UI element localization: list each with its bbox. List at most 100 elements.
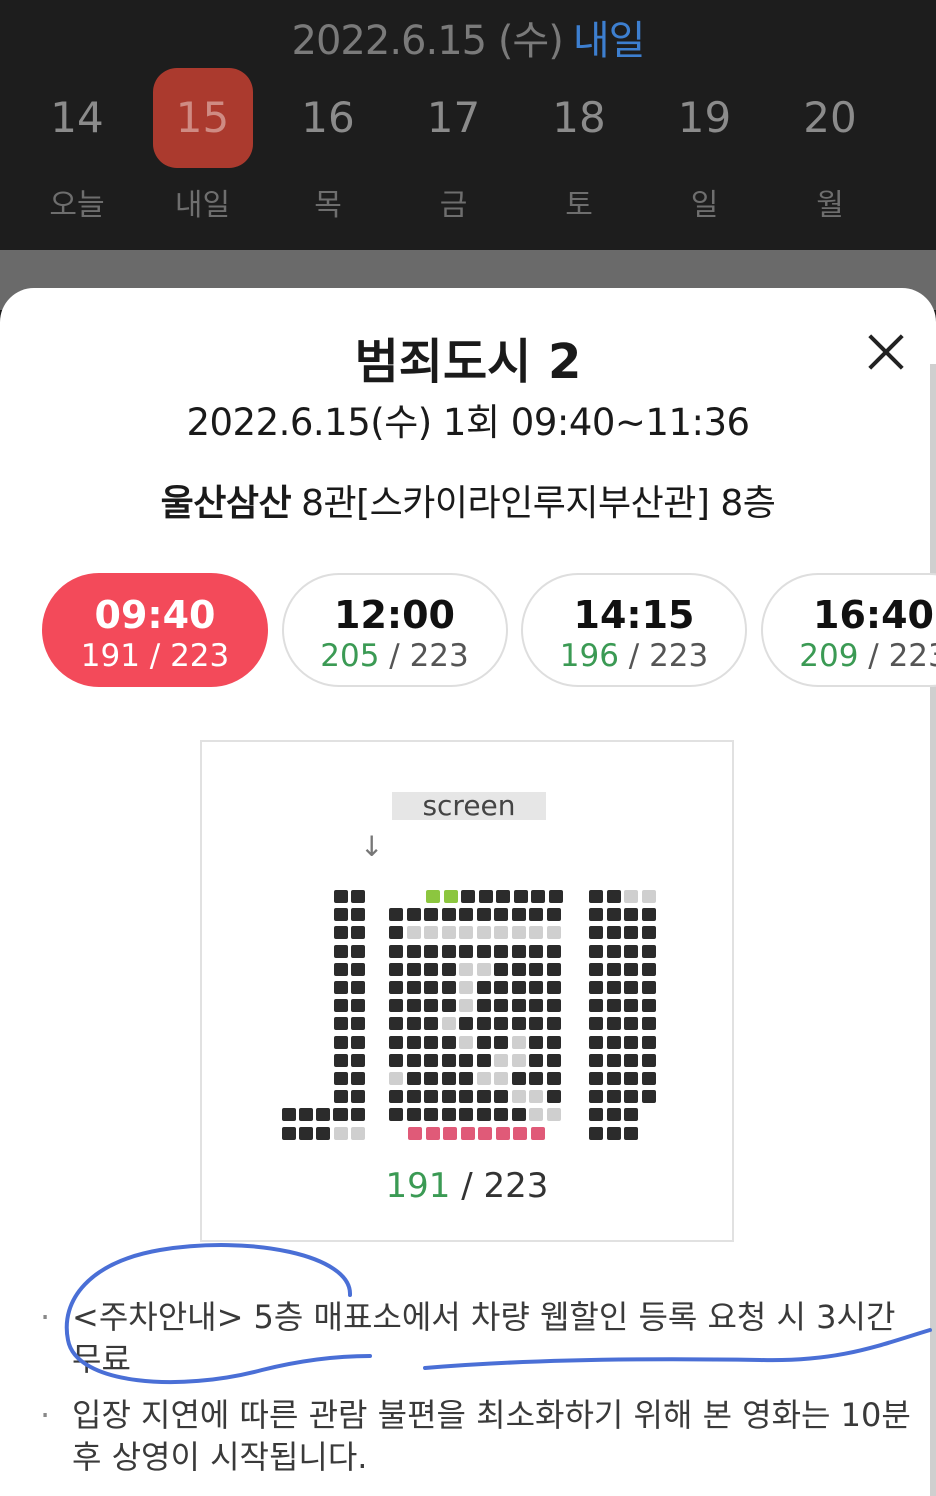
seat[interactable]	[406, 944, 421, 958]
seat[interactable]	[511, 1072, 526, 1085]
seat[interactable]	[459, 1072, 473, 1085]
seat[interactable]	[459, 962, 473, 976]
seat[interactable]	[441, 908, 456, 922]
seat[interactable]	[529, 999, 543, 1013]
seat[interactable]	[476, 1072, 491, 1085]
seat[interactable]	[641, 981, 656, 994]
seat[interactable]	[624, 1017, 638, 1031]
seat[interactable]	[333, 1108, 347, 1122]
seat[interactable]	[529, 1035, 543, 1049]
seat[interactable]	[494, 999, 508, 1013]
seat[interactable]	[494, 1072, 508, 1085]
seat[interactable]	[351, 926, 365, 940]
seat[interactable]	[441, 1090, 456, 1104]
seat[interactable]	[624, 1035, 638, 1049]
seat[interactable]	[441, 999, 456, 1013]
seat[interactable]	[389, 1108, 403, 1122]
seat[interactable]	[511, 1053, 526, 1067]
seat[interactable]	[476, 1035, 491, 1049]
seat[interactable]	[441, 981, 456, 994]
seat[interactable]	[478, 890, 493, 903]
seat[interactable]	[389, 944, 403, 958]
seat[interactable]	[546, 1108, 561, 1122]
seat[interactable]	[589, 1108, 603, 1122]
seat[interactable]	[459, 1090, 473, 1104]
showtime-button-1640[interactable]: 16:40209 / 223	[760, 573, 936, 687]
showtime-button-0940[interactable]: 09:40 191 / 223	[42, 573, 268, 687]
seat[interactable]	[546, 1053, 561, 1067]
seat[interactable]	[334, 890, 348, 903]
seat[interactable]	[459, 926, 473, 940]
seat[interactable]	[441, 1053, 456, 1067]
seat[interactable]	[351, 1126, 365, 1140]
seat[interactable]	[494, 1090, 508, 1104]
seat[interactable]	[351, 1053, 365, 1067]
seat[interactable]	[406, 1053, 421, 1067]
seat[interactable]	[334, 944, 348, 958]
seat[interactable]	[530, 1126, 545, 1140]
seat[interactable]	[334, 1035, 348, 1049]
seat[interactable]	[351, 1090, 365, 1104]
seat[interactable]	[589, 962, 603, 976]
seat[interactable]	[546, 1090, 561, 1104]
seat[interactable]	[494, 1017, 508, 1031]
seat[interactable]	[299, 1126, 313, 1140]
seat[interactable]	[529, 981, 543, 994]
seat[interactable]	[476, 908, 491, 922]
seat[interactable]	[606, 962, 621, 976]
seat[interactable]	[441, 944, 456, 958]
seat[interactable]	[351, 962, 365, 976]
seat[interactable]	[546, 999, 561, 1013]
seat[interactable]	[459, 1017, 473, 1031]
scrollbar[interactable]	[930, 364, 936, 1496]
seat[interactable]	[494, 944, 508, 958]
seat[interactable]	[461, 890, 475, 903]
seat[interactable]	[624, 1126, 638, 1140]
seat[interactable]	[624, 1053, 638, 1067]
seat[interactable]	[511, 999, 526, 1013]
seat[interactable]	[459, 908, 473, 922]
seat[interactable]	[641, 1090, 656, 1104]
seat[interactable]	[459, 1053, 473, 1067]
seat[interactable]	[589, 890, 603, 903]
seat[interactable]	[424, 926, 438, 940]
seat[interactable]	[511, 962, 526, 976]
seat[interactable]	[511, 981, 526, 994]
seat[interactable]	[408, 1126, 422, 1140]
seat[interactable]	[406, 1108, 421, 1122]
seat[interactable]	[424, 1108, 438, 1122]
seat[interactable]	[351, 1035, 365, 1049]
showtime-button-1415[interactable]: 14:15 196 / 223	[521, 573, 747, 687]
seat[interactable]	[529, 1053, 543, 1067]
seat[interactable]	[424, 1017, 438, 1031]
seat[interactable]	[641, 890, 656, 903]
seat[interactable]	[606, 1072, 621, 1085]
seat[interactable]	[624, 1072, 638, 1085]
seat[interactable]	[624, 999, 638, 1013]
seat[interactable]	[389, 1090, 403, 1104]
day-20[interactable]: 20 월	[780, 68, 880, 238]
seat[interactable]	[316, 1126, 330, 1140]
seat[interactable]	[406, 962, 421, 976]
seat[interactable]	[426, 890, 440, 903]
seat[interactable]	[351, 1017, 365, 1031]
seat[interactable]	[511, 1035, 526, 1049]
seat[interactable]	[494, 1108, 508, 1122]
seat[interactable]	[511, 1090, 526, 1104]
seat[interactable]	[476, 981, 491, 994]
seat[interactable]	[606, 890, 621, 903]
seat[interactable]	[624, 944, 638, 958]
day-18[interactable]: 18 토	[529, 68, 629, 238]
seat[interactable]	[529, 1072, 543, 1085]
seat[interactable]	[459, 1108, 473, 1122]
seat[interactable]	[589, 1090, 603, 1104]
seat[interactable]	[546, 1035, 561, 1049]
seat[interactable]	[511, 926, 526, 940]
seat[interactable]	[443, 890, 458, 903]
seat[interactable]	[351, 981, 365, 994]
seat[interactable]	[459, 944, 473, 958]
seat[interactable]	[496, 890, 510, 903]
seat[interactable]	[546, 926, 561, 940]
seat[interactable]	[334, 926, 348, 940]
seat[interactable]	[282, 1108, 296, 1122]
